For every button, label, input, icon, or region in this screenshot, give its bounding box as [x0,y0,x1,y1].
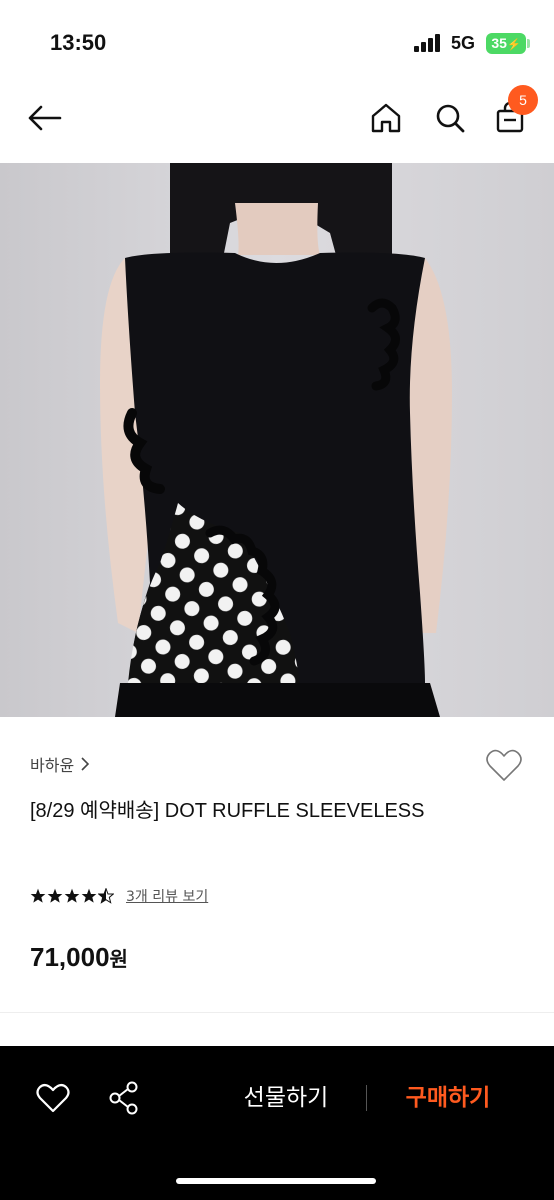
status-bar: 13:50 5G 35⚡ [0,0,554,80]
bottom-wishlist-button[interactable] [29,1074,77,1122]
arrow-left-icon [28,105,62,131]
star-rating [30,888,114,904]
share-icon [109,1081,138,1115]
gift-button[interactable]: 선물하기 [226,1078,346,1118]
cart-count-badge: 5 [508,85,538,115]
product-title: [8/29 예약배송] DOT RUFFLE SLEEVELESS [30,800,425,822]
bottom-action-bar [0,1046,554,1200]
divider [0,1012,554,1013]
star-icon [81,888,97,903]
share-button[interactable] [100,1074,148,1122]
battery-icon: 35⚡ [486,33,526,54]
price-unit: 원 [109,949,128,971]
battery-level: 35 [491,35,507,51]
brand-link[interactable]: 바하윤 [30,752,90,776]
chevron-right-icon [81,757,90,771]
star-icon [30,888,46,903]
home-button[interactable] [364,96,408,140]
bottom-bar-separator [366,1085,367,1111]
heart-icon [486,749,522,781]
home-icon [371,103,401,133]
back-button[interactable] [22,96,66,140]
battery-tip [527,39,530,48]
search-button[interactable] [428,96,472,140]
product-photo [0,163,554,717]
home-indicator [176,1178,376,1184]
review-link[interactable]: 3개 리뷰 보기 [126,886,208,906]
signal-icon [414,34,442,52]
product-image[interactable] [0,163,554,717]
brand-name: 바하윤 [30,756,75,775]
buy-button[interactable]: 구매하기 [388,1078,508,1118]
price: 71,000원 [30,942,128,973]
price-value: 71,000 [30,942,110,972]
star-icon [64,888,80,903]
nav-bar [0,82,554,162]
network-label: 5G [451,33,476,53]
rating-row: 3개 리뷰 보기 [30,886,208,906]
search-icon [436,104,465,133]
wishlist-button[interactable] [484,746,524,786]
heart-icon [36,1083,70,1113]
star-icon [47,888,63,903]
status-time: 13:50 [50,30,107,55]
half-star-icon [98,888,114,904]
